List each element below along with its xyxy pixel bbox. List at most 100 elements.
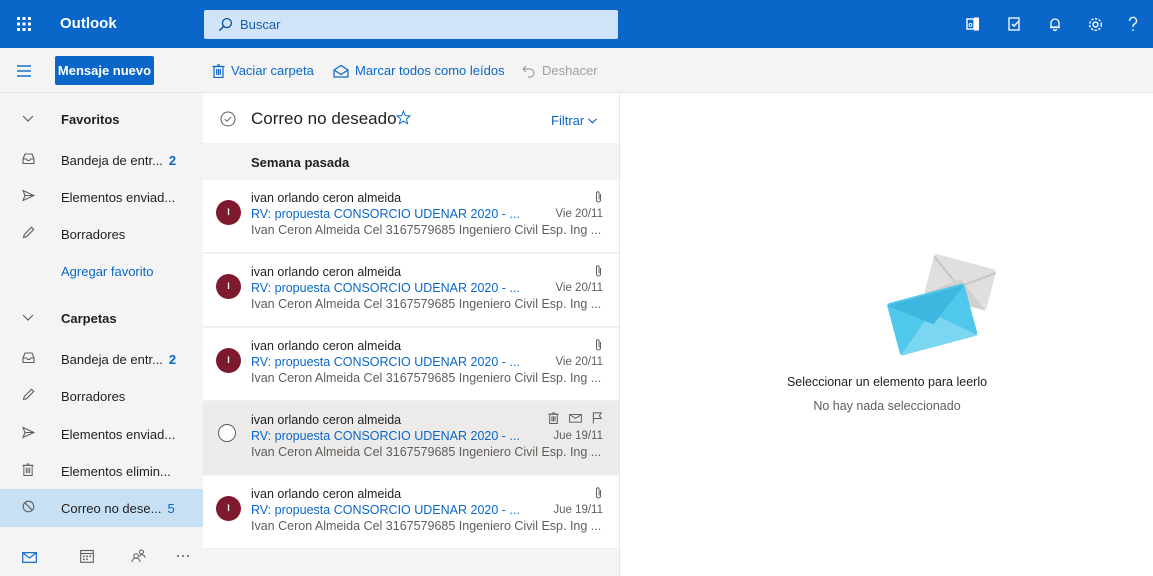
empty-state-title: Seleccionar un elemento para leerlo bbox=[786, 375, 988, 389]
todo-button[interactable] bbox=[997, 0, 1033, 48]
sidebar-item-drafts[interactable]: Borradores bbox=[0, 377, 203, 415]
sidebar-item-label: Bandeja de entr... bbox=[61, 351, 163, 367]
avatar: I bbox=[216, 348, 241, 373]
new-message-button[interactable]: Mensaje nuevo bbox=[55, 56, 154, 85]
favorites-header-label: Favoritos bbox=[61, 111, 120, 127]
sidebar-item-junk[interactable]: Correo no dese... 5 bbox=[0, 489, 203, 527]
message-item[interactable]: I ivan orlando ceron almeida RV: propues… bbox=[203, 254, 619, 327]
calendar-icon bbox=[80, 549, 94, 563]
message-date: Vie 20/11 bbox=[555, 282, 603, 294]
unread-count: 2 bbox=[168, 351, 177, 367]
delete-button[interactable] bbox=[548, 412, 559, 424]
empty-folder-button[interactable]: Vaciar carpeta bbox=[212, 48, 314, 93]
empty-state-subtitle: No hay nada seleccionado bbox=[813, 399, 961, 413]
inbox-icon bbox=[22, 351, 35, 364]
folder-title: Correo no deseado bbox=[251, 109, 397, 128]
send-icon bbox=[22, 189, 35, 202]
star-icon bbox=[396, 110, 411, 125]
group-header: Semana pasada bbox=[203, 143, 619, 180]
message-preview: Ivan Ceron Almeida Cel 3167579685 Ingeni… bbox=[251, 297, 602, 311]
sidebar-item-sent[interactable]: Elementos enviad... bbox=[0, 415, 203, 453]
chevron-down-icon bbox=[22, 314, 34, 322]
sidebar-item-label: Elementos elimin... bbox=[61, 463, 171, 479]
add-favorite-link[interactable]: Agregar favorito bbox=[0, 252, 203, 290]
flag-button[interactable] bbox=[592, 412, 603, 424]
message-subject: RV: propuesta CONSORCIO UDENAR 2020 - ..… bbox=[251, 355, 520, 369]
command-bar: Mensaje nuevo Vaciar carpeta Marcar todo… bbox=[0, 48, 1153, 93]
trash-icon bbox=[548, 412, 559, 424]
avatar: I bbox=[216, 496, 241, 521]
office-button[interactable]: o bbox=[955, 0, 991, 48]
sidebar-item-favorites-inbox[interactable]: Bandeja de entr... 2 bbox=[0, 141, 203, 179]
search-box[interactable] bbox=[204, 10, 618, 39]
people-module-button[interactable] bbox=[131, 548, 146, 563]
gear-icon bbox=[1088, 17, 1102, 31]
more-modules-button[interactable] bbox=[176, 554, 190, 558]
message-date: Jue 19/11 bbox=[553, 430, 603, 442]
sidebar-item-inbox[interactable]: Bandeja de entr... 2 bbox=[0, 340, 203, 378]
filter-button[interactable]: Filtrar bbox=[551, 113, 598, 128]
folders-header[interactable]: Carpetas bbox=[0, 299, 203, 337]
message-sender: ivan orlando ceron almeida bbox=[251, 265, 402, 279]
bell-icon bbox=[1050, 18, 1060, 32]
sidebar-item-label: Correo no dese... bbox=[61, 500, 162, 516]
pencil-icon bbox=[22, 226, 35, 239]
message-date: Vie 20/11 bbox=[555, 356, 603, 368]
reading-pane: Seleccionar un elemento para leerlo No h… bbox=[619, 93, 1153, 576]
empty-folder-label: Vaciar carpeta bbox=[231, 63, 314, 78]
unread-count: 2 bbox=[168, 152, 177, 168]
sidebar-item-label: Elementos enviad... bbox=[61, 189, 176, 205]
svg-text:o: o bbox=[968, 22, 972, 29]
help-icon bbox=[1128, 16, 1138, 31]
app-title[interactable]: Outlook bbox=[60, 0, 117, 48]
avatar: I bbox=[216, 274, 241, 299]
sidebar-item-deleted[interactable]: Elementos elimin... bbox=[0, 452, 203, 490]
settings-button[interactable] bbox=[1077, 0, 1113, 48]
message-preview: Ivan Ceron Almeida Cel 3167579685 Ingeni… bbox=[251, 223, 602, 237]
people-icon bbox=[131, 549, 146, 563]
help-button[interactable] bbox=[1128, 0, 1153, 48]
unread-count: 5 bbox=[167, 500, 175, 516]
favorites-header[interactable]: Favoritos bbox=[0, 100, 203, 138]
mark-read-button[interactable] bbox=[569, 412, 582, 424]
trash-icon bbox=[212, 63, 225, 78]
sidebar-item-label: Bandeja de entr... bbox=[61, 152, 163, 168]
send-icon bbox=[22, 426, 35, 439]
chevron-down-icon bbox=[588, 117, 598, 124]
sidebar-item-label: Elementos enviad... bbox=[61, 426, 176, 442]
message-sender: ivan orlando ceron almeida bbox=[251, 191, 402, 205]
message-subject: RV: propuesta CONSORCIO UDENAR 2020 - ..… bbox=[251, 429, 520, 443]
module-switcher bbox=[0, 539, 203, 576]
block-icon bbox=[22, 500, 35, 513]
message-subject: RV: propuesta CONSORCIO UDENAR 2020 - ..… bbox=[251, 503, 520, 517]
envelope-icon bbox=[569, 414, 582, 423]
message-preview: Ivan Ceron Almeida Cel 3167579685 Ingeni… bbox=[251, 519, 602, 533]
notifications-button[interactable] bbox=[1037, 0, 1073, 48]
favorite-star-button[interactable] bbox=[396, 110, 411, 125]
sidebar-item-favorites-sent[interactable]: Elementos enviad... bbox=[0, 178, 203, 216]
sidebar-item-favorites-drafts[interactable]: Borradores bbox=[0, 215, 203, 253]
attachment-icon bbox=[595, 486, 602, 499]
message-date: Vie 20/11 bbox=[555, 208, 603, 220]
mail-module-button[interactable] bbox=[22, 552, 37, 563]
pencil-icon bbox=[22, 388, 35, 401]
message-item[interactable]: I ivan orlando ceron almeida RV: propues… bbox=[203, 328, 619, 401]
sidebar-item-label: Borradores bbox=[61, 226, 126, 242]
message-preview: Ivan Ceron Almeida Cel 3167579685 Ingeni… bbox=[251, 445, 602, 459]
message-item[interactable]: I ivan orlando ceron almeida RV: propues… bbox=[203, 476, 619, 549]
message-select-checkbox[interactable] bbox=[218, 424, 236, 442]
message-item[interactable]: ivan orlando ceron almeida RV: propuesta… bbox=[203, 402, 619, 475]
check-circle-icon bbox=[220, 111, 236, 127]
message-list: Correo no deseado Filtrar Semana pasada … bbox=[203, 93, 619, 576]
ellipsis-icon bbox=[177, 555, 189, 557]
office-icon: o bbox=[966, 17, 979, 31]
mark-all-read-button[interactable]: Marcar todos como leídos bbox=[333, 48, 505, 93]
select-all-checkbox[interactable] bbox=[220, 111, 236, 127]
undo-button[interactable]: Deshacer bbox=[522, 48, 598, 93]
search-input[interactable] bbox=[240, 17, 600, 32]
app-launcher-button[interactable] bbox=[0, 0, 48, 48]
calendar-module-button[interactable] bbox=[80, 549, 94, 563]
message-item[interactable]: I ivan orlando ceron almeida RV: propues… bbox=[203, 180, 619, 253]
nav-toggle-button[interactable] bbox=[0, 48, 48, 93]
empty-envelopes-illustration bbox=[882, 245, 998, 363]
